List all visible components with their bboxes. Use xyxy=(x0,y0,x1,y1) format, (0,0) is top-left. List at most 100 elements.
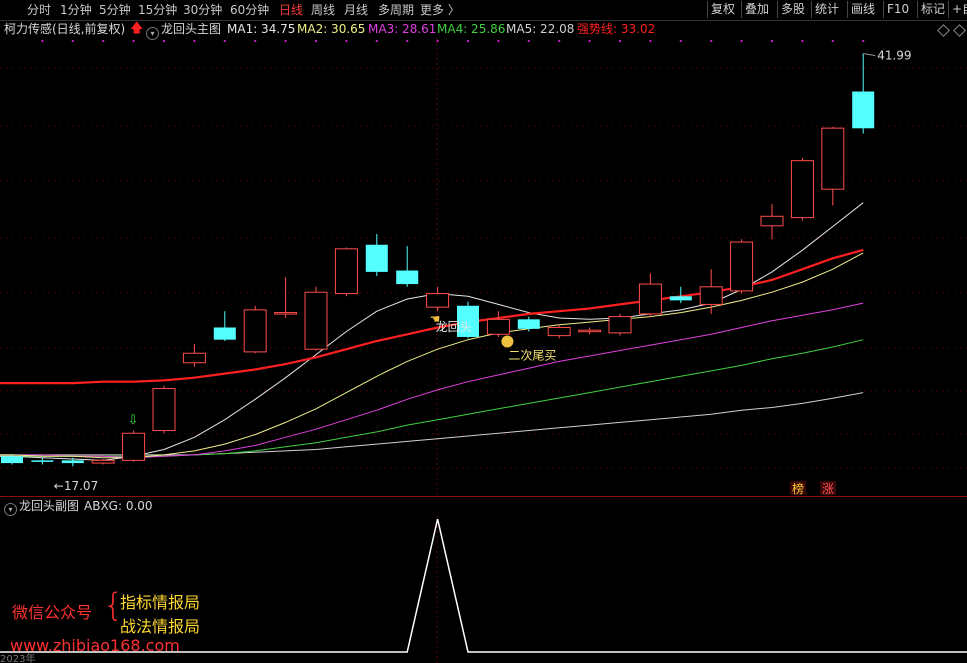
indicator-info-bar: 柯力传感(日线,前复权) 🡅 ▾ 龙回头主图 MA1: 34.75 MA2: 3… xyxy=(0,20,967,40)
candle-body xyxy=(426,293,450,308)
candle-body xyxy=(274,312,298,315)
candlestick-chart[interactable]: 41.99←17.07⇩☚龙回头二次尾买榜涨 xyxy=(0,38,967,496)
period-tab[interactable]: 月线 xyxy=(344,2,368,18)
period-tab[interactable]: 多周期 xyxy=(378,2,414,18)
candle-body xyxy=(760,215,784,227)
signal-dot xyxy=(163,40,165,42)
watermark-wechat: 微信公众号 xyxy=(12,603,93,622)
sub-indicator-name[interactable]: 龙回头副图 xyxy=(19,498,79,514)
candle-body xyxy=(61,460,84,464)
candle-body xyxy=(608,316,632,334)
ma5-value: MA5: 22.08 xyxy=(506,22,575,36)
ma2-value: MA2: 30.65 xyxy=(297,22,366,36)
diamond-icon[interactable] xyxy=(953,24,966,37)
signal-dot xyxy=(41,40,44,42)
candle-body xyxy=(304,291,328,350)
collapse-icon[interactable]: ▾ xyxy=(4,500,17,516)
watermark-item2: 战法情报局 xyxy=(120,617,201,636)
abxg-value: ABXG: 0.00 xyxy=(84,499,153,513)
period-tab[interactable]: 分时 xyxy=(27,2,51,18)
candle-body xyxy=(699,286,723,305)
candle-body xyxy=(638,283,662,315)
strong-line-value: 强势线: 33.02 xyxy=(577,22,656,36)
diamond-icon[interactable] xyxy=(937,24,950,37)
period-tab[interactable]: 日线 xyxy=(279,2,303,18)
signal-dot xyxy=(436,40,439,42)
candle-body xyxy=(91,459,115,464)
buy-arrow-icon: ⇩ xyxy=(128,413,139,428)
candle-body xyxy=(517,319,540,329)
candle-body xyxy=(547,326,571,337)
stock-name: 柯力传感(日线,前复权) xyxy=(4,22,126,36)
period-tab[interactable]: 60分钟 xyxy=(230,2,269,18)
candle-body xyxy=(790,160,814,219)
signal-dot xyxy=(710,40,713,42)
toolbar-button[interactable]: F10 xyxy=(883,1,912,18)
period-tab[interactable]: 周线 xyxy=(311,2,335,18)
candle-body xyxy=(365,244,388,272)
signal-dot xyxy=(254,40,257,42)
period-tab[interactable]: 5分钟 xyxy=(99,2,131,18)
period-tab[interactable]: 30分钟 xyxy=(183,2,222,18)
candle-body xyxy=(334,248,358,295)
period-tab[interactable]: 1分钟 xyxy=(60,2,92,18)
zhang-tag-label: 涨 xyxy=(822,481,834,496)
signal-dot xyxy=(771,40,773,42)
high-price-label: 41.99 xyxy=(877,49,911,63)
signal-dot xyxy=(588,40,591,42)
signal-dot xyxy=(649,40,652,42)
candle-body xyxy=(486,318,510,335)
signal-dot xyxy=(71,40,74,42)
signal-dot xyxy=(223,40,226,42)
signal-dot xyxy=(558,40,561,42)
candle-body xyxy=(730,241,754,292)
watermark-url: www.zhibiao168.com xyxy=(10,636,180,655)
signal-dot xyxy=(315,40,317,42)
period-tab[interactable]: 15分钟 xyxy=(138,2,177,18)
toolbar-button[interactable]: 画线 xyxy=(847,1,878,18)
candle-body xyxy=(152,388,176,432)
signal-dot xyxy=(740,40,743,42)
candle-body xyxy=(1,456,23,464)
toolbar-button[interactable]: 复权 xyxy=(707,1,738,18)
candle-body xyxy=(122,432,146,461)
up-arrow-icon: 🡅 xyxy=(130,21,144,36)
candle-body xyxy=(852,91,875,129)
toolbar-button[interactable]: 标记 xyxy=(917,1,948,18)
period-tab[interactable]: 更多 〉 xyxy=(420,2,460,18)
ma1-value: MA1: 34.75 xyxy=(227,22,296,36)
high-price-pointer xyxy=(863,53,876,57)
signal-dot xyxy=(132,40,135,42)
signal-dot xyxy=(619,40,621,42)
signal-dot xyxy=(102,40,105,42)
toolbar-button[interactable]: +自 xyxy=(948,1,967,18)
signal-dot xyxy=(831,40,834,42)
money-bag-icon xyxy=(501,335,514,348)
signal-dot xyxy=(345,40,348,42)
candle-body xyxy=(213,327,236,340)
candle-body xyxy=(669,296,692,301)
candle-body xyxy=(578,329,602,333)
signal-dot xyxy=(801,40,804,42)
candle-body xyxy=(243,309,267,353)
signal-dot xyxy=(375,40,378,42)
low-price-label: ←17.07 xyxy=(54,479,98,493)
candle-body xyxy=(396,270,419,285)
signal-dot xyxy=(193,40,196,42)
signal-dot xyxy=(679,40,682,42)
signal-dot xyxy=(406,40,409,42)
toolbar-button[interactable]: 多股 xyxy=(777,1,808,18)
signal-dot xyxy=(284,40,287,42)
signal-dot xyxy=(497,40,500,42)
bang-tag-label: 榜 xyxy=(792,481,804,496)
watermark-item1: 指标情报局 xyxy=(120,593,201,612)
toolbar-button[interactable]: 统计 xyxy=(811,1,842,18)
ma3-value: MA3: 28.61 xyxy=(368,22,437,36)
signal-dot xyxy=(467,40,469,42)
candle-body xyxy=(182,352,206,364)
indicator-name[interactable]: 龙回头主图 xyxy=(161,20,221,38)
candle-body xyxy=(821,127,845,190)
toolbar-button[interactable]: 叠加 xyxy=(741,1,772,18)
signal-dot xyxy=(527,40,530,42)
ma4-value: MA4: 25.86 xyxy=(437,22,506,36)
